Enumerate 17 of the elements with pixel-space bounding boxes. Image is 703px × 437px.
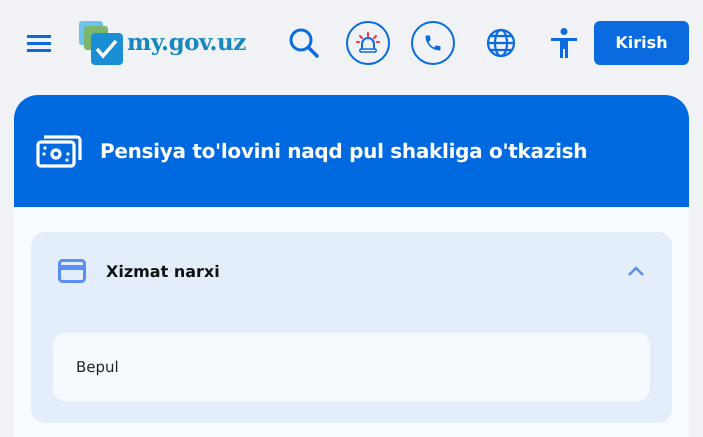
alarm-light-icon: [356, 32, 380, 54]
menu-icon[interactable]: [27, 32, 51, 52]
price-text: Bepul: [76, 358, 119, 376]
logo[interactable]: my.gov.uz: [79, 20, 246, 64]
section-title: Xizmat narxi: [106, 262, 221, 280]
phone-button[interactable]: [410, 20, 455, 64]
login-button[interactable]: Kirish: [594, 20, 689, 64]
service-title: Pensiya to'lovini naqd pul shakliga o'tkazish: [100, 139, 588, 163]
credit-card-icon: [58, 259, 86, 283]
chevron-icon[interactable]: [627, 265, 645, 277]
globe-icon[interactable]: [486, 28, 516, 58]
search-icon[interactable]: [288, 26, 320, 58]
phone-icon: [422, 32, 443, 52]
checkbox-stack-icon: [79, 20, 123, 64]
accessibility-icon[interactable]: [550, 28, 578, 58]
alarm-light-button[interactable]: [346, 20, 390, 64]
money-icon: [36, 133, 82, 169]
